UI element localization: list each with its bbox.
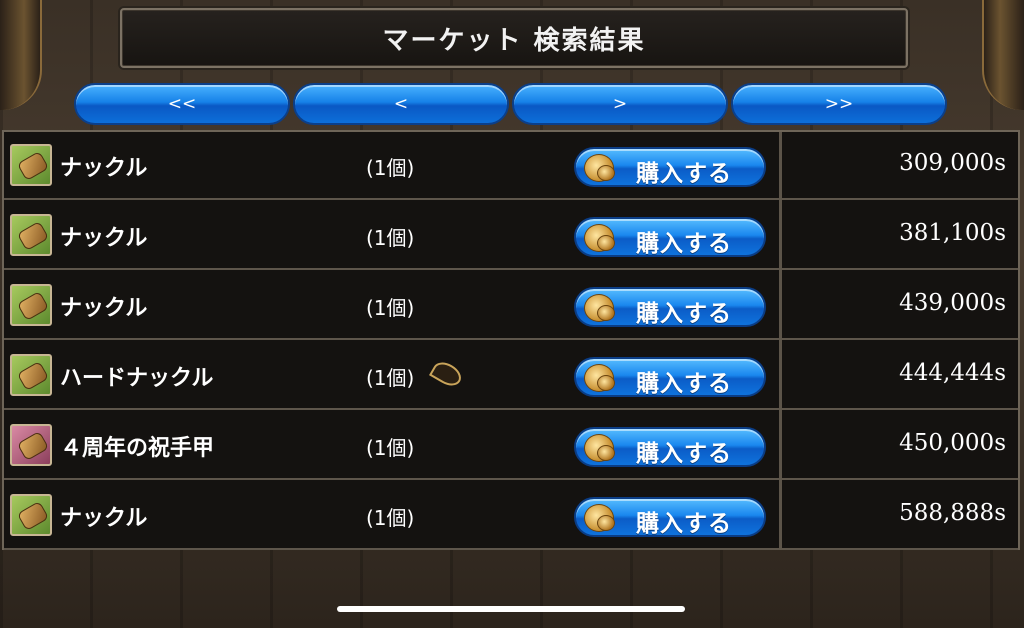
item-quantity: (1個) xyxy=(366,366,415,390)
coin-icon xyxy=(584,364,615,392)
decorative-frame-right xyxy=(982,0,1024,110)
item-name: ４周年の祝手甲 xyxy=(60,436,215,461)
buy-button[interactable]: 購入する xyxy=(574,287,766,327)
item-name: ハードナックル xyxy=(60,366,214,391)
buy-button-label: 購入する xyxy=(636,301,732,327)
title-bar: マーケット 検索結果 xyxy=(120,8,908,68)
list-item: ナックル (1個) 購入する 439,000s xyxy=(4,272,1018,340)
item-quantity: (1個) xyxy=(366,226,415,250)
buy-button[interactable]: 購入する xyxy=(574,357,766,397)
buy-button[interactable]: 購入する xyxy=(574,217,766,257)
buy-button[interactable]: 購入する xyxy=(574,497,766,537)
list-item: ナックル (1個) 購入する 381,100s xyxy=(4,202,1018,270)
item-name: ナックル xyxy=(60,296,148,321)
decorative-frame-left xyxy=(0,0,42,110)
item-quantity: (1個) xyxy=(366,156,415,180)
item-name: ナックル xyxy=(60,226,148,251)
buy-button-label: 購入する xyxy=(636,161,732,187)
home-indicator[interactable] xyxy=(337,606,685,612)
coin-icon xyxy=(584,294,615,322)
item-quantity: (1個) xyxy=(366,436,415,460)
next-page-button[interactable]: > xyxy=(512,83,728,125)
item-price: 309,000s xyxy=(899,150,1006,176)
coin-icon xyxy=(584,224,615,252)
prev-page-button[interactable]: < xyxy=(293,83,509,125)
buy-button[interactable]: 購入する xyxy=(574,427,766,467)
gauntlet-icon xyxy=(10,424,52,466)
list-item: ナックル (1個) 購入する 309,000s xyxy=(4,132,1018,200)
seed-icon xyxy=(429,357,465,391)
buy-button-label: 購入する xyxy=(636,441,732,467)
page-title: マーケット 検索結果 xyxy=(382,25,646,56)
coin-icon xyxy=(584,154,615,182)
item-price: 381,100s xyxy=(899,220,1006,246)
item-quantity: (1個) xyxy=(366,296,415,320)
buy-button-label: 購入する xyxy=(636,231,732,257)
list-item: ナックル (1個) 購入する 588,888s xyxy=(4,482,1018,550)
item-price: 588,888s xyxy=(899,500,1006,526)
knuckle-icon xyxy=(10,214,52,256)
buy-button[interactable]: 購入する xyxy=(574,147,766,187)
knuckle-icon xyxy=(10,354,52,396)
buy-button-label: 購入する xyxy=(636,511,732,537)
item-name: ナックル xyxy=(60,156,148,181)
list-item: ハードナックル (1個) 購入する 444,444s xyxy=(4,342,1018,410)
search-results-list: ナックル (1個) 購入する 309,000s ナックル (1個) 購入する 3… xyxy=(2,130,1020,550)
coin-icon xyxy=(584,504,615,532)
knuckle-icon xyxy=(10,284,52,326)
first-page-button[interactable]: << xyxy=(74,83,290,125)
knuckle-icon xyxy=(10,494,52,536)
item-name: ナックル xyxy=(60,506,148,531)
pagination-bar: << < > >> xyxy=(74,83,948,125)
coin-icon xyxy=(584,434,615,462)
item-price: 444,444s xyxy=(899,360,1006,386)
item-quantity: (1個) xyxy=(366,506,415,530)
last-page-button[interactable]: >> xyxy=(731,83,947,125)
item-price: 439,000s xyxy=(899,290,1006,316)
list-item: ４周年の祝手甲 (1個) 購入する 450,000s xyxy=(4,412,1018,480)
buy-button-label: 購入する xyxy=(636,371,732,397)
knuckle-icon xyxy=(10,144,52,186)
item-price: 450,000s xyxy=(899,430,1006,456)
